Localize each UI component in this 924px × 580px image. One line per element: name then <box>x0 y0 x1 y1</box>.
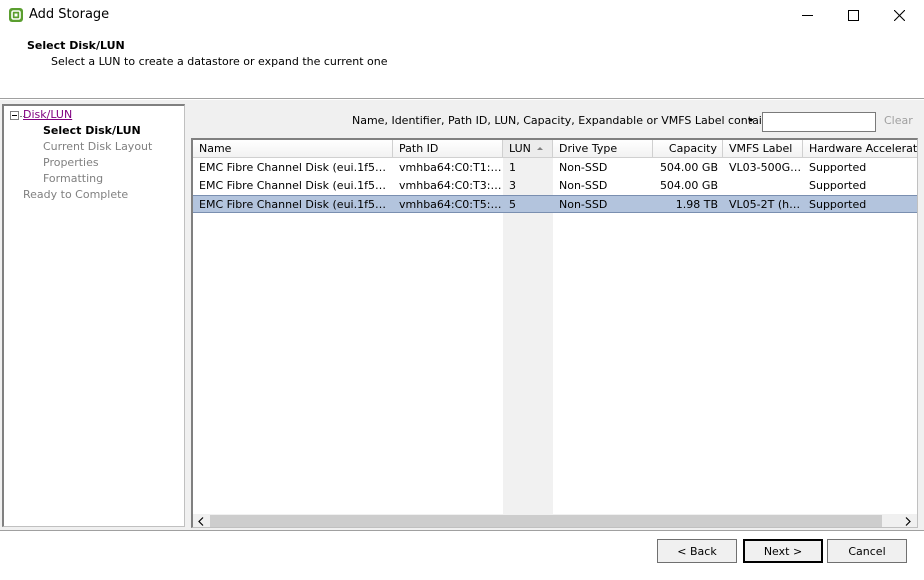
column-header-path-id[interactable]: Path ID <box>393 140 503 158</box>
filter-input[interactable] <box>762 112 876 132</box>
window-title: Add Storage <box>29 7 110 22</box>
close-icon <box>893 9 905 21</box>
column-header-drive-type[interactable]: Drive Type <box>553 140 653 158</box>
step-select-disk-lun: Select Disk/LUN <box>43 124 141 137</box>
column-header-hardware-acceleration[interactable]: Hardware Acceleration <box>803 140 917 158</box>
horizontal-scrollbar[interactable] <box>193 514 917 527</box>
column-header-vmfs-label[interactable]: VMFS Label <box>723 140 803 158</box>
step-disk-lun[interactable]: Disk/LUN <box>23 108 72 121</box>
cancel-button[interactable]: Cancel <box>827 539 907 563</box>
minimize-button[interactable] <box>784 0 830 30</box>
back-button[interactable]: < Back <box>657 539 737 563</box>
column-header-lun[interactable]: LUN <box>503 140 553 158</box>
step-properties: Properties <box>43 156 99 169</box>
clear-button[interactable]: Clear <box>884 114 913 127</box>
table-row[interactable]: EMC Fibre Channel Disk (eui.1f5d39... vm… <box>193 159 917 177</box>
step-current-disk-layout: Current Disk Layout <box>43 140 153 153</box>
vsphere-app-icon <box>9 8 23 22</box>
filter-label[interactable]: Name, Identifier, Path ID, LUN, Capacity… <box>352 114 778 127</box>
table-row[interactable]: EMC Fibre Channel Disk (eui.1f5d39... vm… <box>193 177 917 195</box>
step-formatting: Formatting <box>43 172 104 185</box>
chevron-left-icon <box>198 516 204 526</box>
filter-dropdown-icon[interactable] <box>748 119 754 122</box>
next-button[interactable]: Next > <box>743 539 823 563</box>
scroll-thumb[interactable] <box>210 515 882 527</box>
page-subtitle: Select a LUN to create a datastore or ex… <box>51 55 388 68</box>
maximize-icon <box>847 9 859 21</box>
column-header-capacity[interactable]: Capacity <box>653 140 723 158</box>
table-header: Name Path ID LUN Drive Type Capacity VMF… <box>193 140 917 158</box>
steps-panel: Disk/LUN Select Disk/LUN Current Disk La… <box>2 104 185 527</box>
close-button[interactable] <box>876 0 922 30</box>
maximize-button[interactable] <box>830 0 876 30</box>
column-header-name[interactable]: Name <box>193 140 393 158</box>
scroll-right-button[interactable] <box>900 514 916 527</box>
lun-table: Name Path ID LUN Drive Type Capacity VMF… <box>191 138 918 528</box>
scroll-left-button[interactable] <box>193 514 209 527</box>
wizard-header: Select Disk/LUN Select a LUN to create a… <box>0 30 924 98</box>
chevron-right-icon <box>905 516 911 526</box>
minimize-icon <box>801 14 813 16</box>
step-ready-to-complete: Ready to Complete <box>23 188 129 201</box>
sort-ascending-icon <box>537 147 543 150</box>
title-bar: Add Storage <box>0 0 924 30</box>
page-title: Select Disk/LUN <box>27 39 125 52</box>
collapse-icon[interactable] <box>10 111 19 120</box>
table-row-selected[interactable]: EMC Fibre Channel Disk (eui.1f5d39... vm… <box>193 195 917 213</box>
